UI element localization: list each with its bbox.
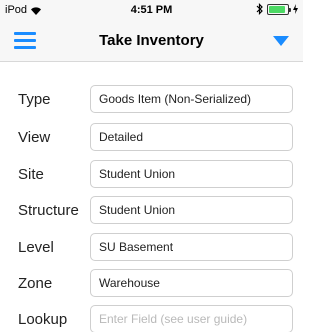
level-field[interactable]: SU Basement <box>90 233 293 261</box>
lookup-label: Lookup <box>18 311 68 328</box>
zone-field[interactable]: Warehouse <box>90 269 293 297</box>
level-label: Level <box>18 239 54 256</box>
lookup-input[interactable]: Enter Field (see user guide) <box>90 305 293 332</box>
level-row: Level SU Basement <box>0 233 303 263</box>
site-field[interactable]: Student Union <box>90 160 293 188</box>
structure-label: Structure <box>18 202 79 219</box>
battery-icon <box>267 3 291 15</box>
charging-icon <box>293 4 298 14</box>
status-icons <box>256 3 298 15</box>
type-row: Type Goods Item (Non-Serialized) <box>0 85 303 115</box>
status-bar: iPod 4:51 PM <box>0 0 303 20</box>
lookup-row: Lookup Enter Field (see user guide) <box>0 305 303 332</box>
zone-label: Zone <box>18 275 53 292</box>
site-label: Site <box>18 166 44 183</box>
dropdown-triangle-icon[interactable] <box>273 36 289 46</box>
structure-field[interactable]: Student Union <box>90 196 293 224</box>
page-title: Take Inventory <box>99 32 204 49</box>
type-label: Type <box>18 91 51 108</box>
bluetooth-icon <box>256 3 263 15</box>
type-field[interactable]: Goods Item (Non-Serialized) <box>90 85 293 113</box>
zone-row: Zone Warehouse <box>0 269 303 299</box>
view-row: View Detailed <box>0 123 303 153</box>
structure-row: Structure Student Union <box>0 196 303 226</box>
navigation-bar: Take Inventory <box>0 20 303 62</box>
view-label: View <box>18 129 51 146</box>
site-row: Site Student Union <box>0 160 303 190</box>
view-field[interactable]: Detailed <box>90 123 293 151</box>
battery-level <box>269 5 286 13</box>
